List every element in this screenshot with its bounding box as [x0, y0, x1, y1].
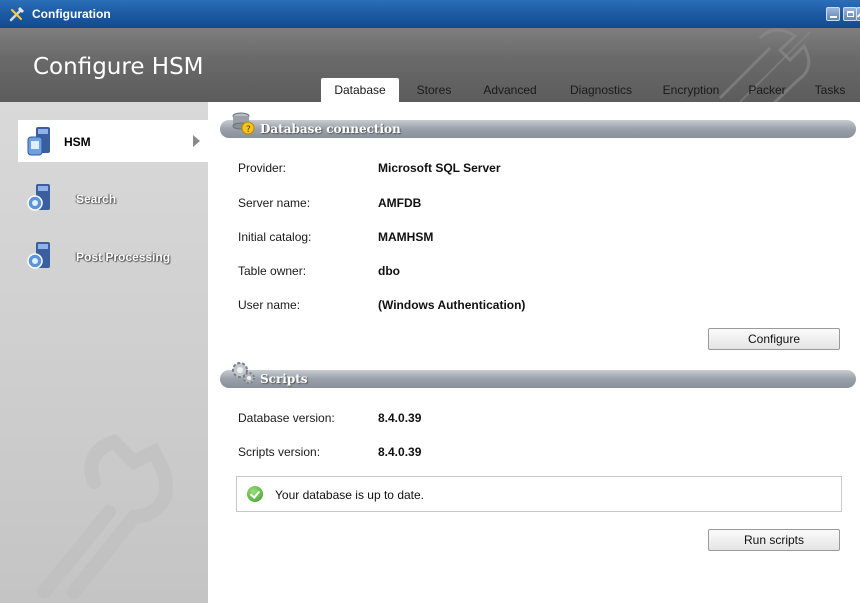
tab-label: Encryption [662, 83, 720, 97]
sidebar-item-label: Search [76, 192, 117, 206]
minimize-button[interactable] [826, 7, 840, 21]
field-label-server-name: Server name: [238, 196, 311, 210]
window-title: Configuration [32, 7, 111, 21]
field-value-initial-catalog: MAMHSM [378, 230, 434, 244]
section-title: Database connection [260, 122, 401, 136]
sidebar: HSM Search Post Processing [0, 102, 208, 603]
field-value-server-name: AMFDB [378, 196, 422, 210]
tab-database[interactable]: Database [321, 78, 399, 102]
field-value-scripts-version: 8.4.0.39 [378, 445, 422, 459]
database-warning-icon: ? [232, 112, 255, 135]
main-content: ? Database connection Provider: Microsof… [208, 102, 860, 603]
field-value-table-owner: dbo [378, 264, 400, 278]
tab-packer[interactable]: Packer [740, 78, 794, 102]
tab-advanced[interactable]: Advanced [474, 78, 546, 102]
status-message-box: Your database is up to date. [236, 476, 842, 512]
search-server-icon [27, 242, 50, 269]
svg-text:?: ? [246, 125, 251, 135]
check-circle-icon [247, 486, 263, 502]
page-title: Configure HSM [33, 54, 204, 80]
sidebar-item-label: Post Processing [76, 250, 171, 264]
tools-icon [9, 7, 24, 22]
title-bar: Configuration [0, 0, 860, 28]
close-button[interactable] [856, 7, 860, 21]
field-label-provider: Provider: [238, 161, 287, 175]
header: Configure HSM Database Stores Advanced D… [0, 28, 860, 102]
field-label-scripts-version: Scripts version: [238, 445, 321, 459]
tab-diagnostics[interactable]: Diagnostics [560, 78, 642, 102]
gears-icon [232, 362, 255, 384]
field-label-user-name: User name: [238, 298, 301, 312]
field-label-database-version: Database version: [238, 411, 335, 425]
status-text: Your database is up to date. [275, 488, 425, 502]
sidebar-item-hsm[interactable]: HSM [18, 120, 208, 162]
field-label-table-owner: Table owner: [238, 264, 307, 278]
field-value-provider: Microsoft SQL Server [378, 161, 501, 175]
tab-tasks[interactable]: Tasks [806, 78, 854, 102]
tab-label: Tasks [814, 83, 846, 97]
sidebar-item-search[interactable]: Search [0, 178, 208, 220]
sidebar-item-post-processing[interactable]: Post Processing [0, 236, 208, 278]
wrench-watermark-icon [37, 433, 173, 599]
maximize-button[interactable] [843, 7, 857, 21]
run-scripts-button[interactable]: Run scripts [708, 529, 840, 551]
field-value-user-name: (Windows Authentication) [378, 298, 526, 312]
search-server-icon [27, 184, 50, 211]
tab-label: Diagnostics [569, 83, 633, 97]
configure-button[interactable]: Configure [708, 328, 840, 350]
sidebar-item-label: HSM [64, 135, 91, 149]
field-label-initial-catalog: Initial catalog: [238, 230, 312, 244]
field-value-database-version: 8.4.0.39 [378, 411, 422, 425]
section-header-scripts: Scripts [220, 362, 856, 388]
tab-label: Advanced [483, 83, 537, 97]
database-server-icon [27, 127, 50, 156]
section-header-database-connection: ? Database connection [220, 112, 856, 138]
tab-label: Database [334, 83, 386, 97]
tab-label: Packer [748, 83, 786, 97]
tab-encryption[interactable]: Encryption [652, 78, 730, 102]
tab-stores[interactable]: Stores [408, 78, 460, 102]
chevron-right-icon [193, 135, 200, 147]
tab-label: Stores [416, 83, 452, 97]
section-title: Scripts [260, 372, 308, 386]
